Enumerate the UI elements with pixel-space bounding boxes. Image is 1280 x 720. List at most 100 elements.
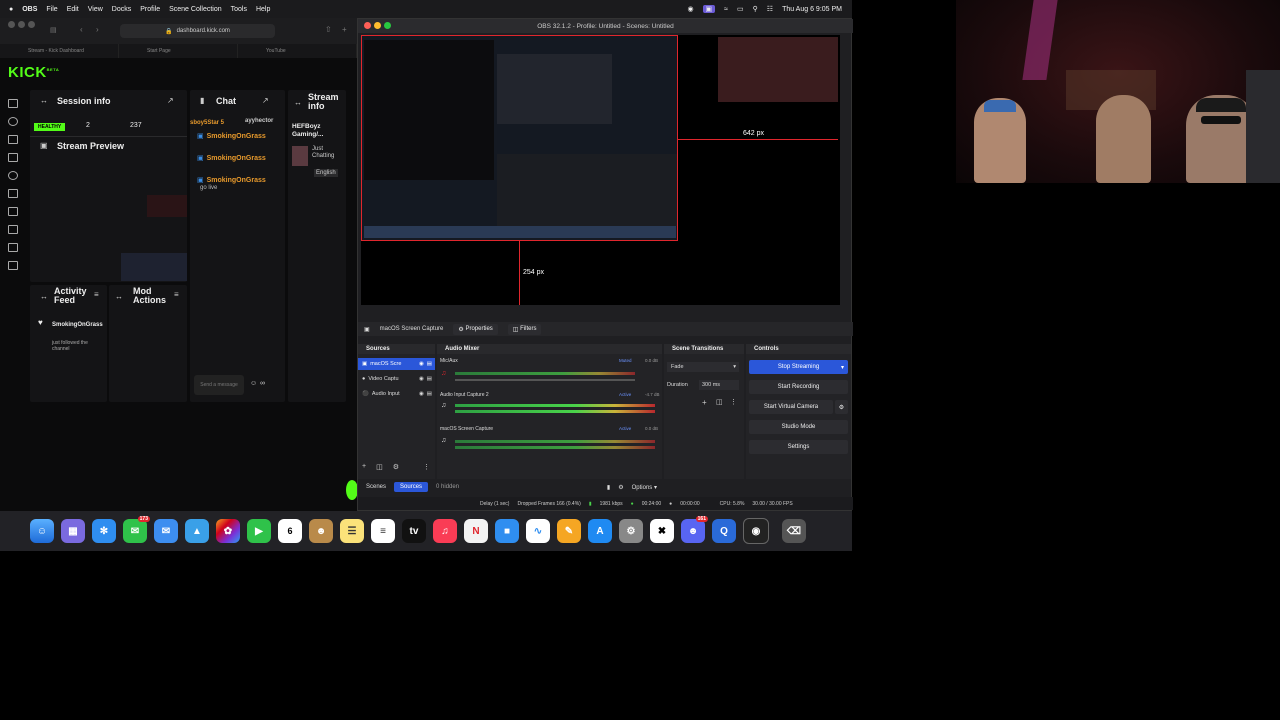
apple-tv-icon[interactable]: tv: [402, 519, 426, 543]
nav-users-icon[interactable]: [8, 243, 18, 252]
language-tag[interactable]: English: [314, 169, 338, 177]
close-button[interactable]: [364, 22, 371, 29]
battery-icon[interactable]: ▭: [737, 5, 744, 13]
nav-stream-icon[interactable]: [8, 135, 18, 144]
category-name[interactable]: Just Chatting: [312, 146, 342, 160]
properties-button[interactable]: ⚙ Properties: [453, 323, 498, 335]
close-button[interactable]: [8, 21, 15, 28]
lock-icon[interactable]: ▤: [427, 391, 435, 397]
chat-popout-icon[interactable]: ↗: [262, 96, 269, 105]
pages-icon[interactable]: ✎: [557, 519, 581, 543]
layout-icon[interactable]: ▮: [607, 484, 610, 491]
chat-username[interactable]: SmokingOnGrass: [207, 133, 266, 140]
forward-icon[interactable]: ›: [96, 25, 99, 34]
nav-monetization-icon[interactable]: [8, 207, 18, 216]
nav-expand-icon[interactable]: [8, 99, 18, 108]
speaker-icon[interactable]: ♫: [441, 402, 446, 409]
options-menu[interactable]: Options ▾: [632, 484, 663, 491]
system-settings-icon[interactable]: ⚙: [619, 519, 643, 543]
back-icon[interactable]: ‹: [80, 25, 83, 34]
webcam-source[interactable]: [718, 37, 838, 102]
freeform-icon[interactable]: ∿: [526, 519, 550, 543]
share-icon[interactable]: ⇧: [325, 25, 332, 34]
stream-title[interactable]: HEFBoyz Gaming/...: [292, 123, 342, 139]
menu-profile[interactable]: Profile: [140, 6, 160, 13]
photos-icon[interactable]: ✿: [216, 519, 240, 543]
calendar-icon[interactable]: 6: [278, 519, 302, 543]
remove-transition-icon[interactable]: ◫: [716, 398, 723, 406]
notes-icon[interactable]: ☰: [340, 519, 364, 543]
nav-content-icon[interactable]: [8, 153, 18, 162]
emote-icon[interactable]: ☺: [250, 380, 257, 387]
studio-mode-button[interactable]: Studio Mode: [749, 420, 848, 434]
keynote-icon[interactable]: ■: [495, 519, 519, 543]
menu-help[interactable]: Help: [256, 6, 270, 13]
add-transition-icon[interactable]: +: [702, 398, 707, 407]
add-source-icon[interactable]: +: [362, 463, 366, 471]
transition-more-icon[interactable]: ⋮: [730, 398, 737, 406]
zoom-button[interactable]: [28, 21, 35, 28]
wifi-icon[interactable]: ≈: [724, 6, 728, 13]
chat-username[interactable]: SmokingOnGrass: [207, 177, 266, 184]
tab-youtube[interactable]: YouTube: [238, 44, 357, 58]
facetime-icon[interactable]: ▶: [247, 519, 271, 543]
obs-preview-canvas[interactable]: 642 px 254 px: [361, 35, 840, 305]
trash-icon[interactable]: ⌫: [782, 519, 806, 543]
kick-logo[interactable]: KICKBETA: [8, 64, 59, 81]
muted-speaker-icon[interactable]: ♫: [441, 370, 446, 377]
settings-button[interactable]: Settings: [749, 440, 848, 454]
chat-username[interactable]: SmokingOnGrass: [207, 155, 266, 162]
source-settings-icon[interactable]: ⚙: [393, 463, 399, 471]
activity-filter-icon[interactable]: ≡: [94, 290, 99, 299]
nav-dashboard-icon[interactable]: [8, 117, 18, 126]
visibility-icon[interactable]: ◉: [419, 391, 424, 397]
contacts-icon[interactable]: ☻: [309, 519, 333, 543]
lock-icon[interactable]: ▤: [427, 361, 435, 367]
mod-drag-icon[interactable]: ↔: [115, 292, 123, 301]
source-item[interactable]: ▣ macOS Scre ◉ ▤: [358, 358, 435, 370]
apple-menu-icon[interactable]: ●: [9, 6, 13, 13]
record-status-icon[interactable]: ◉: [687, 5, 693, 13]
filters-button[interactable]: ◫ Filters: [507, 323, 542, 335]
quicktime-icon[interactable]: Q: [712, 519, 736, 543]
visibility-icon[interactable]: ◉: [419, 376, 424, 382]
capcut-icon[interactable]: ✖: [650, 519, 674, 543]
minimize-button[interactable]: [18, 21, 25, 28]
finder-icon[interactable]: ☺: [30, 519, 54, 543]
drag-handle-icon[interactable]: ↔: [40, 96, 48, 105]
activity-user[interactable]: SmokingOnGrass: [52, 322, 103, 328]
activity-drag-icon[interactable]: ↔: [40, 292, 48, 301]
virtual-camera-settings-button[interactable]: ⚙: [835, 400, 848, 414]
tab-kick-dashboard[interactable]: Stream - Kick Dashboard: [0, 44, 119, 58]
speaker-icon[interactable]: ♫: [441, 437, 446, 444]
mixer-settings-icon[interactable]: ⚙: [618, 484, 623, 491]
chat-send-input[interactable]: Send a message: [194, 375, 244, 395]
messages-icon[interactable]: ✉ 173: [123, 516, 150, 543]
transition-select[interactable]: Fade ▾: [667, 362, 739, 372]
menu-view[interactable]: View: [88, 6, 103, 13]
discord-icon[interactable]: ☻ 161: [681, 516, 708, 543]
tab-start-page[interactable]: Start Page: [119, 44, 238, 58]
mod-filter-icon[interactable]: ≡: [174, 290, 179, 299]
lock-icon[interactable]: ▤: [427, 376, 435, 382]
preview-thumbnail[interactable]: [147, 195, 187, 217]
clock[interactable]: Thu Aug 6 9:05 PM: [782, 6, 842, 13]
nav-settings-icon[interactable]: [8, 261, 18, 270]
nav-community-icon[interactable]: [8, 171, 18, 180]
remove-source-icon[interactable]: ◫: [376, 463, 383, 471]
volume-slider[interactable]: [455, 379, 635, 381]
menu-tools[interactable]: Tools: [231, 6, 247, 13]
obs-icon[interactable]: ◉: [743, 518, 769, 544]
launchpad-icon[interactable]: ▦: [61, 519, 85, 543]
start-recording-button[interactable]: Start Recording: [749, 380, 848, 394]
preview-screen-capture[interactable]: [121, 253, 187, 281]
menu-scene-collection[interactable]: Scene Collection: [169, 6, 222, 13]
screen-share-icon[interactable]: ▣: [702, 5, 716, 13]
reminders-icon[interactable]: ≡: [371, 519, 395, 543]
duration-spinbox[interactable]: 300 ms: [699, 380, 739, 390]
start-virtual-camera-button[interactable]: Start Virtual Camera: [749, 400, 833, 414]
more-options-icon[interactable]: ⋮: [423, 463, 430, 471]
menu-docks[interactable]: Docks: [112, 6, 131, 13]
sidebar-icon[interactable]: ▤: [50, 26, 57, 34]
tab-sources[interactable]: Sources: [394, 482, 429, 492]
